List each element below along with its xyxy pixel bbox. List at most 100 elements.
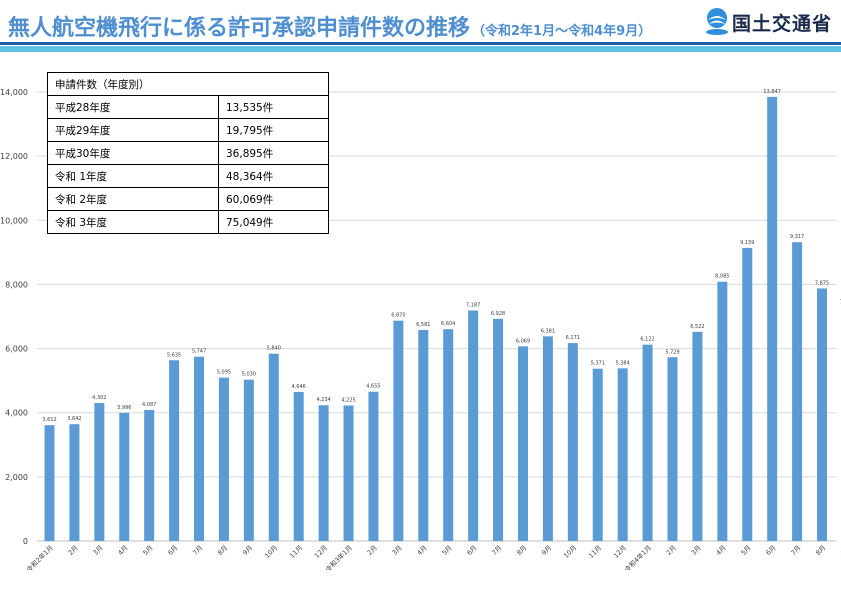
bar [542,336,553,541]
header-rule-dark [0,42,841,45]
table-row: 平成28年度 13,535件 [47,95,329,119]
bar [517,346,528,541]
bar [318,405,329,541]
bar [69,424,80,541]
data-label: 5,729 [665,349,679,355]
data-label: 7,187 [466,303,480,309]
data-label: 4,302 [92,395,106,401]
x-tick-label: 5月 [739,544,752,557]
row-value: 36,895件 [218,141,329,165]
x-tick-label: 6月 [465,544,478,557]
x-tick-label: 3月 [92,544,105,557]
data-label: 3,642 [67,416,81,422]
y-tick-label: 4,000 [5,409,28,418]
data-label: 6,171 [566,335,580,341]
data-label: 9,139 [740,240,754,246]
row-value: 48,364件 [218,164,329,188]
bar [268,353,279,541]
x-tick-label: 6月 [166,544,179,557]
bar [144,409,155,541]
x-tick-label: 5月 [141,544,154,557]
y-tick-label: 8,000 [5,280,28,289]
table-header-row: 申請件数（年度別） [47,72,329,96]
bar [44,425,55,541]
table-row: 平成29年度 19,795件 [47,118,329,142]
data-label: 6,581 [416,322,430,328]
table-row: 令和 3年度 75,049件 [47,210,329,234]
bar [368,391,379,541]
x-tick-label: 10月 [562,544,578,560]
x-tick-label: 8月 [216,544,229,557]
bar [169,360,180,541]
bar [592,368,603,541]
table-row: 令和 1年度 48,364件 [47,164,329,188]
data-label: 6,870 [391,313,405,319]
data-label: 6,522 [690,324,704,330]
data-label: 5,747 [192,349,206,355]
table-row: 平成30年度 36,895件 [47,141,329,165]
x-tick-label: 2月 [366,544,379,557]
bar [343,405,354,541]
data-label: 6,604 [441,321,455,327]
mlit-logo-icon [706,8,728,35]
y-tick-label: 0 [23,537,28,546]
title-period: （令和2年1月～令和4年9月） [472,24,652,39]
data-label: 4,087 [142,402,156,408]
data-label: 4,646 [292,384,306,390]
bar [194,356,205,541]
data-label: 6,381 [541,328,555,334]
bar [567,343,578,541]
bar [418,329,429,541]
table-header: 申請件数（年度別） [47,72,329,96]
bar [293,391,304,541]
data-label: 7,875 [815,280,829,286]
row-label: 平成30年度 [47,141,219,165]
data-label: 13,847 [763,89,781,95]
bar [493,318,504,541]
x-tick-label: 9月 [540,544,553,557]
data-label: 5,384 [615,360,629,366]
data-label: 4,234 [316,397,330,403]
bar [767,96,778,542]
data-label: 4,225 [341,397,355,403]
x-tick-label: 2月 [67,544,80,557]
logo-text: 国土交通省 [732,13,833,35]
row-label: 平成28年度 [47,95,219,119]
x-tick-label: 12月 [313,544,329,560]
title-bar: 無人航空機飛行に係る許可承認申請件数の推移 （令和2年1月～令和4年9月） 国土交… [0,0,841,52]
bar [692,331,703,541]
row-value: 13,535件 [218,95,329,119]
annual-summary-table: 申請件数（年度別） 平成28年度 13,535件 平成29年度 19,795件 … [47,72,329,234]
bar [642,344,653,541]
row-value: 19,795件 [218,118,329,142]
bar [218,377,229,541]
bar [717,281,728,541]
x-tick-label: 8月 [814,544,827,557]
bar [742,247,753,541]
row-value: 75,049件 [218,210,329,234]
bar [443,329,454,541]
data-label: 5,635 [167,352,181,358]
data-label: 3,612 [42,417,56,423]
row-label: 令和 2年度 [47,187,219,211]
x-tick-label: 11月 [587,544,603,560]
data-label: 5,371 [591,361,605,367]
x-tick-label: 7月 [490,544,503,557]
x-tick-label: 9月 [241,544,254,557]
row-label: 平成29年度 [47,118,219,142]
bar [617,368,628,541]
x-tick-label: 3月 [690,544,703,557]
x-tick-label: 12月 [612,544,628,560]
x-tick-label: 令和4年1月 [622,543,653,574]
row-label: 令和 1年度 [47,164,219,188]
row-value: 60,069件 [218,187,329,211]
bar [817,288,828,541]
x-tick-label: 7月 [191,544,204,557]
x-tick-label: 7月 [789,544,802,557]
data-label: 4,655 [366,384,380,390]
data-label: 6,928 [491,311,505,317]
bar [667,357,678,541]
y-tick-label: 14,000 [0,88,28,97]
bar [243,379,254,541]
data-label: 6,069 [516,338,530,344]
